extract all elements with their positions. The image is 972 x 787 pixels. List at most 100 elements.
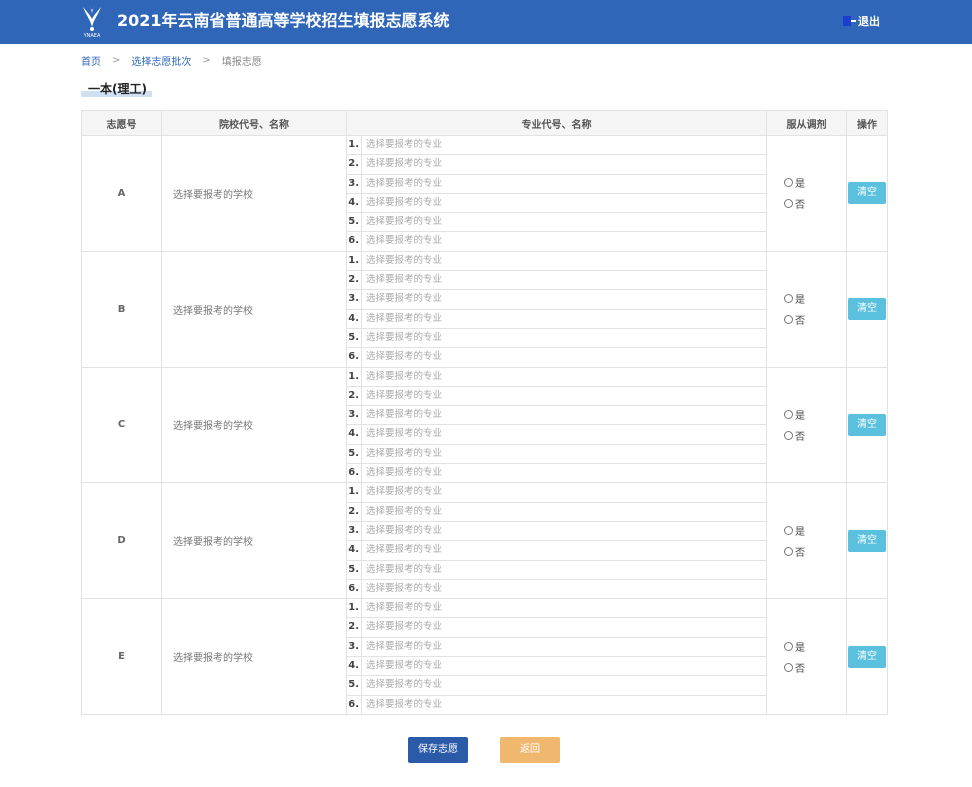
radio-label: 是	[795, 526, 805, 538]
breadcrumb-select-batch[interactable]: 选择志愿批次	[131, 53, 191, 68]
school-select[interactable]: 选择要报考的学校	[161, 366, 347, 484]
adjust-options: 是否	[766, 366, 847, 484]
major-item: 4. 选择要报考的专业	[347, 309, 766, 328]
clear-button[interactable]: 清空	[848, 413, 886, 436]
logo-text: YNAEA	[83, 33, 101, 39]
adjust-radio-no[interactable]: 否	[784, 541, 846, 562]
adjust-radio-yes[interactable]: 是	[784, 520, 846, 541]
clear-button[interactable]: 清空	[848, 529, 886, 552]
major-item: 1. 选择要报考的专业	[347, 136, 766, 155]
radio-circle-icon[interactable]	[784, 430, 793, 440]
radio-circle-icon[interactable]	[784, 199, 793, 209]
major-select[interactable]: 选择要报考的专业	[361, 618, 766, 637]
volunteer-label: C	[81, 366, 162, 484]
major-select[interactable]: 选择要报考的专业	[361, 464, 766, 483]
back-button[interactable]: 返回	[500, 737, 560, 763]
major-select[interactable]: 选择要报考的专业	[361, 657, 766, 676]
adjust-radio-yes[interactable]: 是	[784, 288, 846, 309]
breadcrumb: 首页 > 选择志愿批次 > 填报志愿	[81, 53, 262, 68]
school-select[interactable]: 选择要报考的学校	[161, 598, 347, 715]
radio-label: 否	[795, 547, 805, 559]
table-row: E 选择要报考的学校 1. 选择要报考的专业是否清空	[81, 598, 888, 715]
clear-button[interactable]: 清空	[848, 182, 886, 205]
adjust-radio-yes[interactable]: 是	[784, 404, 846, 425]
major-select[interactable]: 选择要报考的专业	[361, 213, 766, 232]
major-cell: 3. 选择要报考的专业	[346, 636, 767, 658]
radio-circle-icon[interactable]	[784, 662, 793, 672]
school-select[interactable]: 选择要报考的学校	[161, 135, 347, 252]
major-select[interactable]: 选择要报考的专业	[361, 386, 766, 406]
save-button[interactable]: 保存志愿	[408, 737, 468, 763]
major-number: 5.	[348, 216, 359, 228]
breadcrumb-home[interactable]: 首页	[81, 53, 101, 68]
radio-circle-icon[interactable]	[784, 178, 793, 188]
radio-circle-icon[interactable]	[784, 641, 793, 651]
major-select[interactable]: 选择要报考的专业	[361, 599, 766, 618]
major-select[interactable]: 选择要报考的专业	[361, 174, 766, 193]
major-select[interactable]: 选择要报考的专业	[361, 695, 766, 714]
adjust-radio-yes[interactable]: 是	[784, 172, 846, 193]
major-item: 5. 选择要报考的专业	[347, 676, 766, 695]
major-select[interactable]: 选择要报考的专业	[361, 193, 766, 213]
major-select[interactable]: 选择要报考的专业	[361, 328, 766, 348]
logout-button[interactable]: 退出	[843, 13, 880, 29]
major-select[interactable]: 选择要报考的专业	[361, 155, 766, 174]
major-cell: 6. 选择要报考的专业	[346, 231, 767, 252]
header-adjust: 服从调剂	[766, 110, 847, 136]
adjust-radio-no[interactable]: 否	[784, 309, 846, 330]
school-select[interactable]: 选择要报考的学校	[161, 482, 347, 600]
radio-label: 是	[795, 179, 805, 191]
radio-circle-icon[interactable]	[784, 409, 793, 419]
major-select[interactable]: 选择要报考的专业	[361, 676, 766, 695]
major-select[interactable]: 选择要报考的专业	[361, 290, 766, 309]
major-item: 2. 选择要报考的专业	[347, 155, 766, 174]
radio-circle-icon[interactable]	[784, 525, 793, 535]
adjust-radio-no[interactable]: 否	[784, 425, 846, 446]
radio-circle-icon[interactable]	[784, 315, 793, 325]
major-select[interactable]: 选择要报考的专业	[361, 251, 766, 271]
major-select[interactable]: 选择要报考的专业	[361, 521, 766, 541]
major-cell: 2. 选择要报考的专业	[346, 501, 767, 522]
clear-button[interactable]: 清空	[848, 298, 886, 321]
major-item: 6. 选择要报考的专业	[347, 579, 766, 599]
header-school: 院校代号、名称	[161, 110, 347, 136]
major-cell: 1. 选择要报考的专业	[346, 598, 767, 619]
major-item: 6. 选择要报考的专业	[347, 232, 766, 251]
major-number: 6.	[348, 467, 359, 479]
adjust-radio-no[interactable]: 否	[784, 657, 846, 678]
major-number: 6.	[348, 351, 359, 363]
major-item: 2. 选择要报考的专业	[347, 502, 766, 521]
major-select[interactable]: 选择要报考的专业	[361, 232, 766, 251]
major-cell: 5. 选择要报考的专业	[346, 327, 767, 349]
major-select[interactable]: 选择要报考的专业	[361, 309, 766, 328]
school-select[interactable]: 选择要报考的学校	[161, 250, 347, 368]
major-select[interactable]: 选择要报考的专业	[361, 136, 766, 155]
major-select[interactable]: 选择要报考的专业	[361, 271, 766, 290]
radio-circle-icon[interactable]	[784, 294, 793, 304]
adjust-options: 是否	[766, 482, 847, 600]
major-select[interactable]: 选择要报考的专业	[361, 483, 766, 502]
volunteer-label: D	[81, 482, 162, 600]
major-select[interactable]: 选择要报考的专业	[361, 348, 766, 367]
adjust-radio-no[interactable]: 否	[784, 193, 846, 214]
major-select[interactable]: 选择要报考的专业	[361, 541, 766, 560]
major-item: 6. 选择要报考的专业	[347, 348, 766, 367]
major-select[interactable]: 选择要报考的专业	[361, 367, 766, 386]
major-select[interactable]: 选择要报考的专业	[361, 444, 766, 464]
major-select[interactable]: 选择要报考的专业	[361, 579, 766, 599]
table-header-row: 志愿号 院校代号、名称 专业代号、名称 服从调剂 操作	[81, 110, 888, 136]
major-select[interactable]: 选择要报考的专业	[361, 425, 766, 444]
major-cell: 2. 选择要报考的专业	[346, 385, 767, 407]
major-select[interactable]: 选择要报考的专业	[361, 502, 766, 521]
radio-circle-icon[interactable]	[784, 546, 793, 556]
logo-icon	[83, 6, 101, 31]
major-select[interactable]: 选择要报考的专业	[361, 560, 766, 579]
major-select[interactable]: 选择要报考的专业	[361, 637, 766, 657]
clear-button[interactable]: 清空	[848, 645, 886, 668]
major-select[interactable]: 选择要报考的专业	[361, 406, 766, 425]
major-cell: 4. 选择要报考的专业	[346, 308, 767, 329]
volunteer-label: A	[81, 135, 162, 252]
app-title: 2021年云南省普通高等学校招生填报志愿系统	[117, 11, 450, 30]
adjust-radio-yes[interactable]: 是	[784, 636, 846, 657]
major-number: 1.	[348, 139, 359, 150]
